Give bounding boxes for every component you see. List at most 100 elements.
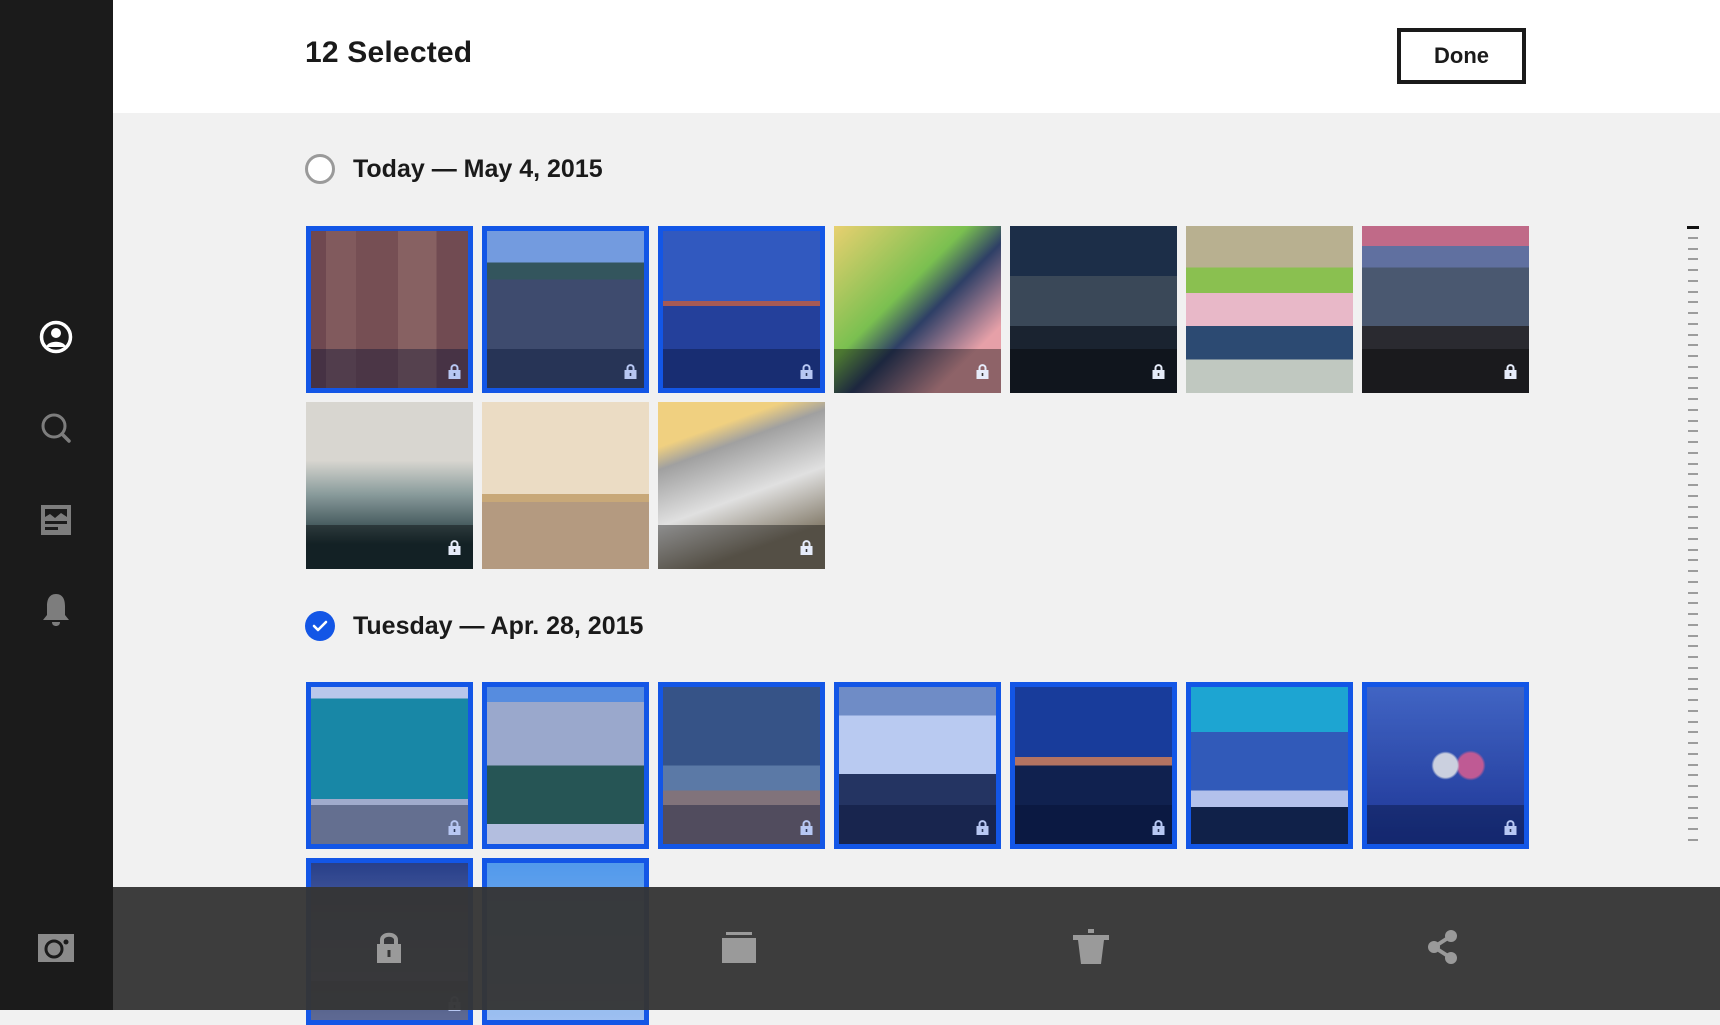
scrubber-tick xyxy=(1688,785,1698,787)
scrubber-tick xyxy=(1688,666,1698,669)
scrubber-tick xyxy=(1688,720,1698,723)
lock-button[interactable] xyxy=(359,917,419,977)
scrubber-tick xyxy=(1688,580,1698,583)
trash-icon xyxy=(1073,929,1109,964)
scrubber-tick xyxy=(1688,301,1698,304)
photo-thumbnail[interactable] xyxy=(306,402,473,569)
photo-thumbnail[interactable] xyxy=(306,226,473,393)
scrubber-tick xyxy=(1688,763,1698,766)
lock-icon xyxy=(1504,819,1517,835)
photo-thumbnail[interactable] xyxy=(1186,226,1353,393)
scrubber-tick xyxy=(1688,774,1698,777)
selection-header: 12 Selected Done xyxy=(113,0,1720,113)
scrubber-tick xyxy=(1688,290,1698,293)
photo-thumbnail[interactable] xyxy=(482,402,649,569)
photo-thumbnail[interactable] xyxy=(658,682,825,849)
scrubber-tick xyxy=(1688,333,1698,336)
done-button[interactable]: Done xyxy=(1397,28,1526,84)
scrubber-tick xyxy=(1688,430,1698,433)
scrubber-tick xyxy=(1688,548,1698,551)
camera-icon xyxy=(38,934,74,962)
sidebar-item-search[interactable] xyxy=(36,408,76,448)
scrubber-tick xyxy=(1688,419,1698,422)
photo-thumbnail[interactable] xyxy=(482,226,649,393)
scrubber-tick xyxy=(1688,688,1698,691)
photo-thumbnail[interactable] xyxy=(834,226,1001,393)
scrubber-tick xyxy=(1688,591,1698,594)
section-header-tuesday: Tuesday — Apr. 28, 2015 xyxy=(305,609,643,643)
scrubber-tick xyxy=(1688,838,1698,841)
checkmark-icon xyxy=(312,620,328,632)
scrubber-tick xyxy=(1688,365,1698,368)
scrubber-tick xyxy=(1688,355,1698,357)
photo-thumbnail[interactable] xyxy=(1010,226,1177,393)
lock-icon xyxy=(448,363,461,379)
lock-icon xyxy=(377,932,401,963)
archive-icon xyxy=(722,932,756,963)
scrubber-tick xyxy=(1688,742,1698,744)
share-icon xyxy=(1428,930,1457,964)
scrubber-tick xyxy=(1688,752,1698,755)
scrubber-tick xyxy=(1688,516,1698,519)
scrubber-tick xyxy=(1688,613,1698,615)
scrubber-tick xyxy=(1688,731,1698,734)
photo-thumbnail[interactable] xyxy=(658,226,825,393)
scrubber-tick xyxy=(1688,806,1698,809)
lock-icon xyxy=(624,363,637,379)
scrubber-tick xyxy=(1687,226,1699,229)
photo-thumbnail[interactable] xyxy=(1362,682,1529,849)
photo-thumbnail[interactable] xyxy=(306,682,473,849)
scrubber-tick xyxy=(1688,258,1698,261)
lock-icon xyxy=(1152,819,1165,835)
scrubber-tick xyxy=(1688,279,1698,282)
lock-icon xyxy=(976,363,989,379)
sidebar-item-profile[interactable] xyxy=(36,317,76,357)
selection-count-title: 12 Selected xyxy=(305,36,473,69)
scrubber-tick xyxy=(1688,537,1698,540)
scrubber-tick xyxy=(1688,656,1698,658)
photo-thumbnail[interactable] xyxy=(834,682,1001,849)
sidebar-item-camera[interactable] xyxy=(36,928,76,968)
scrubber-tick xyxy=(1688,344,1698,347)
lock-icon xyxy=(800,539,813,555)
bell-icon xyxy=(43,594,69,626)
photo-thumbnail[interactable] xyxy=(482,682,649,849)
archive-button[interactable] xyxy=(709,917,769,977)
select-all-toggle[interactable] xyxy=(305,154,335,184)
section-title: Today — May 4, 2015 xyxy=(353,154,603,183)
photo-thumbnail[interactable] xyxy=(1362,226,1529,393)
scrubber-tick xyxy=(1688,462,1698,465)
scrubber-tick xyxy=(1688,408,1698,411)
scrubber-tick xyxy=(1688,322,1698,325)
scrubber-tick xyxy=(1688,559,1698,562)
search-icon xyxy=(41,413,71,443)
photo-thumbnail[interactable] xyxy=(1186,682,1353,849)
timeline-scrubber[interactable] xyxy=(1686,224,1700,844)
lock-icon xyxy=(976,819,989,835)
photo-thumbnail[interactable] xyxy=(1010,682,1177,849)
sidebar-item-notifications[interactable] xyxy=(36,590,76,630)
scrubber-tick xyxy=(1688,473,1698,476)
delete-button[interactable] xyxy=(1061,917,1121,977)
scrubber-tick xyxy=(1688,817,1698,820)
section-title: Tuesday — Apr. 28, 2015 xyxy=(353,611,644,640)
share-button[interactable] xyxy=(1413,917,1473,977)
lock-icon xyxy=(800,819,813,835)
sidebar xyxy=(0,0,113,1010)
select-all-toggle[interactable] xyxy=(305,611,335,641)
photo-thumbnail[interactable] xyxy=(658,402,825,569)
scrubber-tick xyxy=(1688,570,1698,572)
lock-icon xyxy=(800,363,813,379)
scrubber-tick xyxy=(1688,398,1698,400)
sidebar-item-feed[interactable] xyxy=(36,500,76,540)
scrubber-tick xyxy=(1688,376,1698,379)
scrubber-tick xyxy=(1688,795,1698,798)
photo-image xyxy=(482,402,649,569)
lock-icon xyxy=(1504,363,1517,379)
photo-image xyxy=(1186,226,1353,393)
action-toolbar xyxy=(113,887,1720,1010)
lock-icon xyxy=(448,819,461,835)
scrubber-tick xyxy=(1688,699,1698,701)
scrubber-tick xyxy=(1688,269,1698,271)
scrubber-tick xyxy=(1688,494,1698,497)
